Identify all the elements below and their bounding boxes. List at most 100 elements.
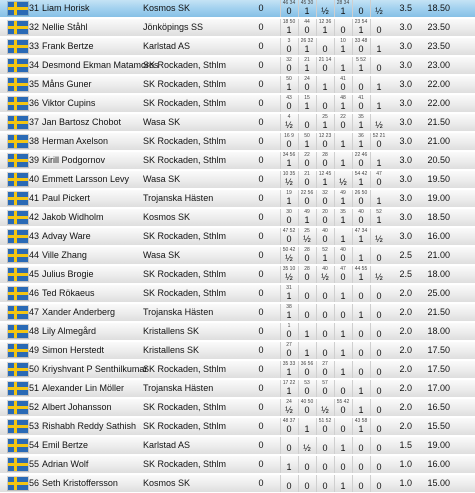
player-row[interactable]: 52 Albert Johansson SK Rockaden, Sthlm 0… xyxy=(0,399,475,417)
player-row[interactable]: 53 Rishabh Reddy Sathish SK Rockaden, St… xyxy=(0,418,475,436)
round-result: 1 xyxy=(304,329,310,339)
round-results: 3 0 26 32 1 0 10 1 33 48 0 1 xyxy=(280,38,392,55)
round-cell: 0 xyxy=(370,323,387,340)
player-club: Trojanska Hästen xyxy=(143,383,214,393)
player-rank: 48 xyxy=(29,326,40,336)
player-tiebreak: 16.00 xyxy=(427,459,450,469)
round-results: 50 1 24 0 1 41 0 0 1 xyxy=(280,76,392,93)
round-cell: 1 xyxy=(316,76,333,93)
round-results: 35 33 1 36 56 0 27 0 1 0 0 xyxy=(280,361,392,378)
round-results: 47 52 0 25 ½ 40 0 1 47 34 1 ½ xyxy=(280,228,392,245)
round-cell: 10 xyxy=(280,323,297,340)
player-rank: 39 xyxy=(29,155,40,165)
round-cell: 22 0 xyxy=(298,152,315,169)
round-result: 0 xyxy=(322,44,328,54)
round-result: ½ xyxy=(303,234,311,244)
round-cell: 0 xyxy=(352,285,369,302)
round-cell: 0 xyxy=(316,285,333,302)
player-club: SK Rockaden, Sthlm xyxy=(143,60,227,70)
player-row[interactable]: 45 Julius Brogie SK Rockaden, Sthlm 0 35… xyxy=(0,266,475,284)
player-row[interactable]: 55 Adrian Wolf SK Rockaden, Sthlm 0 1000… xyxy=(0,456,475,474)
sweden-flag-icon xyxy=(8,154,28,167)
round-result: 0 xyxy=(304,253,310,263)
player-row[interactable]: 41 Paul Pickert Trojanska Hästen 0 19 1 22… xyxy=(0,190,475,208)
round-cell: 44 0 xyxy=(298,19,315,36)
player-row[interactable]: 47 Xander Anderberg Trojanska Hästen 0 3… xyxy=(0,304,475,322)
round-result: 0 xyxy=(358,348,364,358)
player-row[interactable]: 34 Desmond Ekman Matamoros SK Rockaden, … xyxy=(0,57,475,75)
round-cell: 24 ½ xyxy=(280,399,297,416)
round-cell: 0 xyxy=(370,304,387,321)
player-row[interactable]: 54 Emil Bertze Karlstad AS 0 0½0100 1.5 … xyxy=(0,437,475,455)
round-result: 0 xyxy=(358,196,364,206)
sweden-flag-icon xyxy=(8,59,28,72)
player-row[interactable]: 48 Lily Almegård Kristallens SK 0 101010… xyxy=(0,323,475,341)
round-cell: 31 1 xyxy=(280,285,297,302)
player-row[interactable]: 33 Frank Bertze Karlstad AS 0 3 0 26 32 1 0 1… xyxy=(0,38,475,56)
round-result: ½ xyxy=(303,443,311,453)
player-row[interactable]: 37 Jan Bartosz Chobot Wasa SK 0 4 ½ 0 25 1 22… xyxy=(0,114,475,132)
player-club: SK Rockaden, Sthlm xyxy=(143,269,227,279)
player-rank: 50 xyxy=(29,364,40,374)
player-row[interactable]: 39 Kirill Podgornov SK Rockaden, Sthlm 0… xyxy=(0,152,475,170)
player-row[interactable]: 44 Ville Zhang Wasa SK 0 50 42 ½ 28 0 52 1 40 0… xyxy=(0,247,475,265)
round-cell: 24 0 xyxy=(298,76,315,93)
sweden-flag-icon xyxy=(8,173,28,186)
round-cell: 16 90 xyxy=(280,133,297,150)
round-cell: 1 xyxy=(352,304,369,321)
round-cell: 1 xyxy=(334,437,351,454)
player-row[interactable]: 31 Liam Horisk Kosmos SK 0 46 34 0 45 30 1 ½… xyxy=(0,0,475,18)
sweden-flag-icon xyxy=(8,21,28,34)
round-result: 0 xyxy=(358,215,364,225)
player-row[interactable]: 36 Viktor Cupins SK Rockaden, Sthlm 0 43… xyxy=(0,95,475,113)
player-row[interactable]: 40 Emmett Larsson Levy Wasa SK 0 10 35 ½ 2… xyxy=(0,171,475,189)
round-result: 1 xyxy=(286,196,292,206)
round-cell: 1 xyxy=(334,133,351,150)
round-cell: 27 0 xyxy=(316,361,333,378)
player-row[interactable]: 51 Alexander Lin Möller Trojanska Hästen… xyxy=(0,380,475,398)
round-result: 0 xyxy=(340,82,346,92)
round-cell: 1 xyxy=(298,342,315,359)
player-club: SK Rockaden, Sthlm xyxy=(143,79,227,89)
player-row[interactable]: 46 Ted Rökaeus SK Rockaden, Sthlm 0 31 1 0… xyxy=(0,285,475,303)
player-rank: 51 xyxy=(29,383,40,393)
round-result: 0 xyxy=(286,234,292,244)
sweden-flag-icon xyxy=(8,363,28,376)
round-cell: 0 xyxy=(316,95,333,112)
player-tiebreak: 18.50 xyxy=(427,212,450,222)
player-rank: 47 xyxy=(29,307,40,317)
round-result: 1 xyxy=(304,348,310,358)
round-cell: 40 0 xyxy=(316,228,333,245)
player-row[interactable]: 50 Kriyshvant P Senthilkumar SK Rockaden… xyxy=(0,361,475,379)
round-cell: 12 45 1 xyxy=(316,171,333,188)
round-cell: 25 ½ xyxy=(298,228,315,245)
player-rank: 35 xyxy=(29,79,40,89)
sweden-flag-icon xyxy=(8,249,28,262)
player-points: 2.0 xyxy=(399,383,412,393)
round-result: 1 xyxy=(286,310,292,320)
round-result: 1 xyxy=(340,481,346,491)
player-rank: 33 xyxy=(29,41,40,51)
player-club: SK Rockaden, Sthlm xyxy=(143,421,227,431)
round-cell: 1 xyxy=(298,323,315,340)
round-cell: 1 xyxy=(352,247,369,264)
player-row[interactable]: 42 Jakob Widholm Kosmos SK 0 30 0 49 1 20 0 35… xyxy=(0,209,475,227)
sweden-flag-icon xyxy=(8,116,28,129)
player-row[interactable]: 49 Simon Herstedt Kristallens SK 0 27 0 1 0… xyxy=(0,342,475,360)
player-row[interactable]: 35 Måns Guner SK Rockaden, Sthlm 0 50 1 24… xyxy=(0,76,475,94)
player-row[interactable]: 38 Herman Axelson SK Rockaden, Sthlm 0 1… xyxy=(0,133,475,151)
round-cell: 22 46 0 xyxy=(352,152,369,169)
player-rating-col: 0 xyxy=(258,459,264,469)
player-points: 2.0 xyxy=(399,326,412,336)
player-row[interactable]: 56 Seth Kristoffersson Kosmos SK 0 00010… xyxy=(0,475,475,493)
player-rank: 37 xyxy=(29,117,40,127)
round-cell: 15 1 xyxy=(298,95,315,112)
round-result: 0 xyxy=(304,386,310,396)
player-points: 3.0 xyxy=(399,193,412,203)
player-row[interactable]: 43 Advay Ware SK Rockaden, Sthlm 0 47 52… xyxy=(0,228,475,246)
round-result: 0 xyxy=(322,158,328,168)
player-points: 2.0 xyxy=(399,288,412,298)
round-cell: 35 10 ½ xyxy=(280,266,297,283)
round-cell: 12 23 0 xyxy=(316,133,333,150)
player-row[interactable]: 32 Nellie Ståhl Jönköpings SS 0 18 50 1 44… xyxy=(0,19,475,37)
